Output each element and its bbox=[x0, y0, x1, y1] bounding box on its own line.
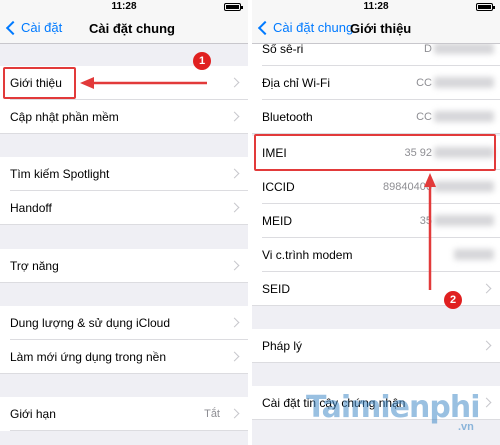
settings-row-spotlight[interactable]: Tìm kiếm Spotlight bbox=[0, 157, 248, 191]
row-value: Tắt bbox=[204, 408, 220, 420]
back-button[interactable]: Cài đặt bbox=[4, 20, 62, 35]
chevron-right-icon bbox=[481, 340, 492, 351]
about-screen: Số sê-ri D Địa chỉ Wi-Fi CC Bluetooth CC… bbox=[252, 0, 500, 445]
battery-icon bbox=[224, 3, 243, 11]
nav-bar: Cài đặt Cài đặt chung bbox=[0, 14, 248, 44]
back-label: Cài đặt chung bbox=[273, 20, 354, 35]
about-row-modem-firmware: Vi c.trình modem bbox=[252, 238, 500, 272]
status-bar: 11:28 bbox=[252, 0, 500, 14]
row-value: D bbox=[424, 43, 432, 55]
settings-row-restrictions[interactable]: Giới hạn Tắt bbox=[0, 397, 248, 431]
watermark-logo: Taimienphi bbox=[306, 390, 480, 425]
row-value: CC bbox=[416, 111, 432, 123]
battery-icon bbox=[476, 3, 495, 11]
blurred-value bbox=[434, 77, 494, 88]
row-label: Tìm kiếm Spotlight bbox=[10, 167, 110, 181]
about-row-legal[interactable]: Pháp lý bbox=[252, 329, 500, 363]
settings-row-software-update[interactable]: Cập nhật phần mềm bbox=[0, 100, 248, 134]
chevron-right-icon bbox=[481, 283, 492, 294]
row-label: MEID bbox=[262, 214, 292, 228]
row-label: Handoff bbox=[10, 201, 52, 215]
row-label: SEID bbox=[262, 282, 291, 296]
row-label: Dung lượng & sử dụng iCloud bbox=[10, 316, 171, 330]
row-label: Số sê-ri bbox=[262, 42, 304, 56]
step-badge-2: 2 bbox=[444, 291, 462, 309]
blurred-value bbox=[434, 215, 494, 226]
row-label: Bluetooth bbox=[262, 110, 313, 124]
row-value: 89840406 bbox=[383, 181, 432, 193]
nav-bar: Cài đặt chung Giới thiệu bbox=[252, 14, 500, 44]
settings-row-handoff[interactable]: Handoff bbox=[0, 191, 248, 225]
row-label: Làm mới ứng dụng trong nền bbox=[10, 350, 166, 364]
page-title: Giới thiệu bbox=[350, 21, 412, 36]
status-bar: 11:28 bbox=[0, 0, 248, 14]
row-value: CC bbox=[416, 77, 432, 89]
settings-row-storage-icloud[interactable]: Dung lượng & sử dụng iCloud bbox=[0, 306, 248, 340]
status-time: 11:28 bbox=[111, 1, 137, 12]
chevron-right-icon bbox=[229, 260, 240, 271]
step-badge-1: 1 bbox=[193, 52, 211, 70]
chevron-right-icon bbox=[229, 408, 240, 419]
chevron-right-icon bbox=[229, 202, 240, 213]
about-row-highlight bbox=[3, 67, 76, 99]
row-label: Pháp lý bbox=[262, 339, 303, 353]
row-label: Vi c.trình modem bbox=[262, 248, 353, 262]
watermark-suffix: .vn bbox=[458, 421, 474, 433]
row-value: 35 bbox=[419, 215, 432, 227]
chevron-right-icon bbox=[229, 168, 240, 179]
chevron-right-icon bbox=[481, 397, 492, 408]
chevron-right-icon bbox=[229, 77, 240, 88]
settings-row-accessibility[interactable]: Trợ năng bbox=[0, 249, 248, 283]
about-row-bluetooth: Bluetooth CC bbox=[252, 100, 500, 134]
about-row-meid: MEID 35 bbox=[252, 204, 500, 238]
about-row-seid[interactable]: SEID bbox=[252, 272, 500, 306]
row-label: Cập nhật phần mềm bbox=[10, 110, 119, 124]
blurred-value bbox=[434, 111, 494, 122]
chevron-right-icon bbox=[229, 317, 240, 328]
blurred-value bbox=[454, 249, 494, 260]
blurred-value bbox=[434, 43, 494, 54]
chevron-left-icon bbox=[257, 20, 273, 35]
row-label: Giới hạn bbox=[10, 407, 56, 421]
blurred-value bbox=[434, 181, 494, 192]
about-row-wifi-address: Địa chỉ Wi-Fi CC bbox=[252, 66, 500, 100]
chevron-right-icon bbox=[229, 111, 240, 122]
settings-row-background-refresh[interactable]: Làm mới ứng dụng trong nền bbox=[0, 340, 248, 374]
about-row-iccid: ICCID 89840406 bbox=[252, 170, 500, 204]
row-label: ICCID bbox=[262, 180, 295, 194]
imei-row-highlight bbox=[254, 134, 496, 171]
back-label: Cài đặt bbox=[21, 20, 63, 35]
row-label: Địa chỉ Wi-Fi bbox=[262, 76, 330, 90]
status-time: 11:28 bbox=[363, 1, 389, 12]
row-label: Trợ năng bbox=[10, 259, 59, 273]
page-title: Cài đặt chung bbox=[89, 21, 175, 36]
chevron-left-icon bbox=[5, 20, 21, 35]
back-button[interactable]: Cài đặt chung bbox=[256, 20, 353, 35]
chevron-right-icon bbox=[229, 351, 240, 362]
